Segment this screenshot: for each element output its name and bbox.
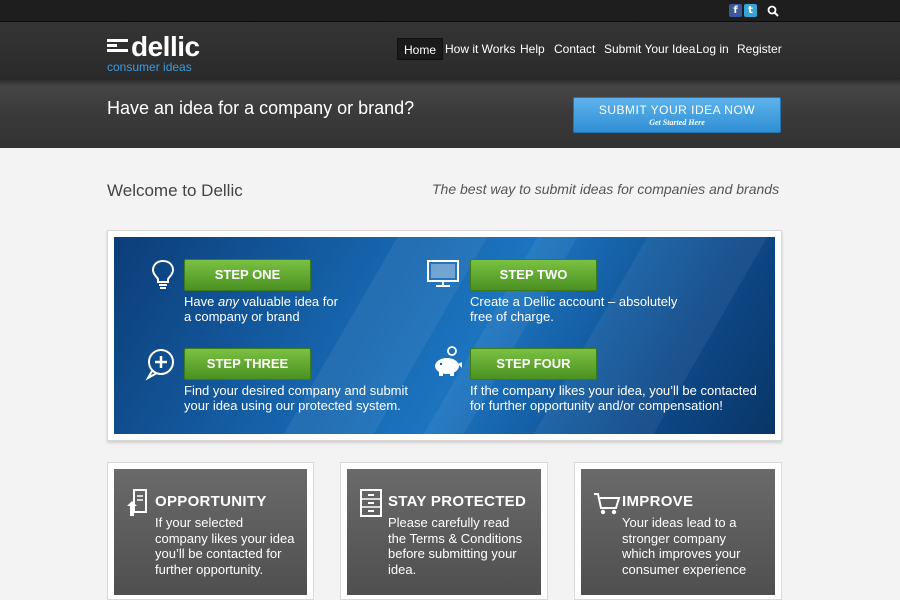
step-three-button[interactable]: STEP THREE [184, 348, 311, 380]
logo[interactable]: dellic consumer ideas [107, 31, 217, 74]
stay-protected-line: the Terms & Conditions [388, 530, 523, 546]
step-four-text-line2: for further opportunity and/or compensat… [470, 398, 723, 413]
stay-protected-text: Please carefully read the Terms & Condit… [388, 515, 522, 577]
stay-protected-title: STAY PROTECTED [388, 493, 527, 510]
speech-plus-icon [145, 349, 174, 381]
step-one-button[interactable]: STEP ONE [184, 259, 311, 291]
document-arrow-icon [127, 489, 147, 516]
step-four-text-line1: If the company likes your idea, you’ll b… [470, 383, 757, 398]
opportunity-line: you’ll be contacted for [155, 546, 282, 561]
improve-card-body: IMPROVE Your ideas lead to a stronger co… [581, 469, 775, 595]
submit-idea-button-sublabel: Get Started Here [649, 118, 705, 127]
piggy-bank-icon [435, 346, 462, 376]
hero-banner: Have an idea for a company or brand? SUB… [0, 78, 900, 148]
improve-card: IMPROVE Your ideas lead to a stronger co… [574, 462, 782, 600]
stay-protected-line: before submitting your [388, 546, 517, 561]
opportunity-title: OPPORTUNITY [155, 493, 267, 510]
step-three-text-line1: Find your desired company and submit [184, 383, 409, 398]
improve-text: Your ideas lead to a stronger company wh… [622, 515, 746, 577]
stay-protected-line: Please carefully read [388, 515, 510, 530]
submit-idea-button[interactable]: SUBMIT YOUR IDEA NOW Get Started Here [573, 97, 781, 133]
step-one-text-pre: Have [184, 294, 218, 309]
step-two-text: Create a Dellic account – absolutely fre… [470, 294, 677, 324]
opportunity-card-body: OPPORTUNITY If your selected company lik… [114, 469, 307, 595]
facebook-icon[interactable]: f [729, 4, 742, 17]
twitter-icon[interactable]: t [744, 4, 757, 17]
improve-line: which improves your [622, 546, 741, 561]
nav-how-it-works[interactable]: How it Works [445, 38, 515, 60]
step-three-text-line2: your idea using our protected system. [184, 398, 401, 413]
step-one-text-emphasis: any [217, 294, 239, 309]
nav-register[interactable]: Register [737, 38, 782, 60]
steps-background: STEP ONE Have any valuable idea for a co… [114, 237, 775, 434]
filing-cabinet-icon [360, 489, 382, 517]
nav-log-in[interactable]: Log in [696, 38, 729, 60]
opportunity-line: further opportunity. [155, 561, 264, 577]
banner-headline: Have an idea for a company or brand? [107, 98, 415, 118]
improve-line: stronger company [622, 530, 727, 546]
site-header: dellic consumer ideas Home How it Works … [0, 22, 900, 78]
nav-help[interactable]: Help [520, 38, 545, 60]
search-icon[interactable] [766, 4, 782, 18]
logo-name: dellic [131, 31, 200, 62]
welcome-tagline: The best way to submit ideas for compani… [432, 181, 780, 197]
step-one-text-line2: a company or brand [184, 309, 300, 324]
opportunity-line: If your selected [155, 515, 244, 530]
stay-protected-line: idea. [388, 561, 417, 577]
step-one-text: Have any valuable idea for a company or … [184, 294, 338, 324]
step-four-text: If the company likes your idea, you’ll b… [470, 383, 757, 413]
banner-shadow [0, 78, 900, 86]
step-two-text-line1: Create a Dellic account – absolutely [470, 294, 678, 309]
opportunity-text: If your selected company likes your idea… [155, 515, 294, 577]
nav-submit-your-idea[interactable]: Submit Your Idea [604, 38, 695, 60]
step-two-text-line2: free of charge. [470, 309, 554, 324]
step-two-button[interactable]: STEP TWO [470, 259, 597, 291]
top-bar: f t [0, 0, 900, 22]
submit-idea-button-label: SUBMIT YOUR IDEA NOW [598, 103, 756, 117]
logo-tagline: consumer ideas [107, 60, 192, 74]
stay-protected-card-body: STAY PROTECTED Please carefully read the… [347, 469, 541, 595]
monitor-icon [427, 260, 459, 287]
steps-panel: STEP ONE Have any valuable idea for a co… [107, 230, 782, 441]
step-three-text: Find your desired company and submit you… [184, 383, 408, 413]
opportunity-line: company likes your idea [155, 530, 295, 546]
stay-protected-card: STAY PROTECTED Please carefully read the… [340, 462, 548, 600]
step-one-text-post: valuable idea for [238, 294, 338, 309]
improve-title: IMPROVE [622, 493, 694, 510]
logo-mark [107, 39, 128, 53]
opportunity-card: OPPORTUNITY If your selected company lik… [107, 462, 314, 600]
improve-line: Your ideas lead to a [622, 515, 737, 530]
nav-home[interactable]: Home [397, 38, 444, 60]
improve-line: consumer experience [622, 561, 747, 577]
lightbulb-icon [151, 259, 175, 289]
shopping-cart-icon [594, 493, 621, 515]
nav-contact[interactable]: Contact [554, 38, 595, 60]
step-four-button[interactable]: STEP FOUR [470, 348, 597, 380]
welcome-title: Welcome to Dellic [107, 181, 243, 200]
